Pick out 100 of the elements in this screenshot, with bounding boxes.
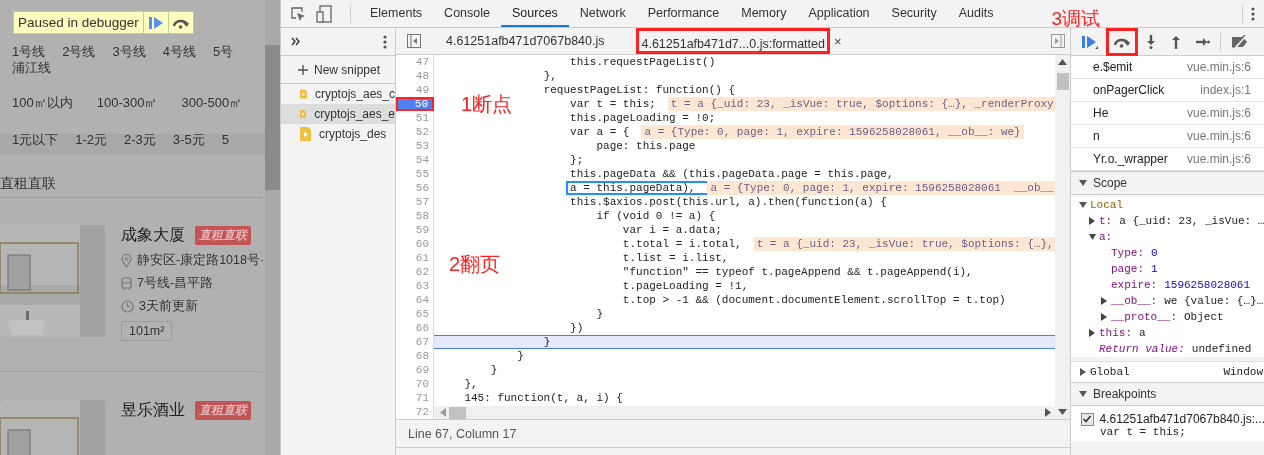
scope-entry[interactable]: page: 1 (1071, 261, 1264, 277)
code-line: }, (464, 377, 478, 391)
devtools-tab[interactable]: Network (568, 0, 637, 27)
scope-entry[interactable]: this: a (1071, 325, 1264, 341)
filter-option[interactable]: 2-3元 (124, 132, 156, 148)
more-menu-icon[interactable] (1251, 6, 1255, 21)
filter-option[interactable]: 4号线 (162, 44, 196, 60)
filter-option[interactable]: 浦江线 (12, 60, 51, 76)
scope-entry[interactable]: Return value: undefined (1071, 341, 1264, 357)
code-line: var a = { (570, 125, 630, 139)
inspect-icon[interactable] (290, 5, 306, 22)
devtools-tab[interactable]: Console (433, 0, 501, 27)
call-frame[interactable]: He vue.min.js:6 (1071, 102, 1264, 125)
filter-option[interactable]: 1号线 (12, 44, 46, 60)
train-icon (121, 276, 132, 291)
paused-label: Paused in debugger (17, 14, 140, 32)
resume-icon[interactable] (1082, 34, 1098, 49)
call-frame[interactable]: onPagerClick index.js:1 (1071, 79, 1264, 102)
code-line: this.pageLoading = !0; (570, 111, 716, 125)
code-line: t.pageLoading = !1, (622, 279, 749, 293)
step-out-icon[interactable] (1171, 34, 1181, 49)
line-number: 67 (396, 335, 434, 349)
filter-option[interactable]: 1-2元 (75, 132, 108, 148)
devtools-tab[interactable]: Security (880, 0, 948, 27)
toggle-navigator-icon[interactable] (407, 34, 421, 48)
scrollbar[interactable] (265, 0, 280, 455)
scope-header[interactable]: Scope (1071, 171, 1264, 195)
devtools-tab[interactable]: Performance (636, 0, 731, 27)
scope-entry[interactable]: __proto__: Object (1071, 309, 1264, 325)
chevron-icon[interactable] (291, 37, 301, 46)
more-menu-icon[interactable] (383, 34, 387, 49)
file-icon (300, 127, 311, 141)
inline-value: t = a {_uid: 23, _isVue: true, $options: {…}, _renderProxy (667, 97, 1055, 111)
devtools-tab[interactable]: Memory (730, 0, 798, 27)
code-line: } (596, 307, 604, 321)
devtools-tab[interactable]: Audits (947, 0, 1005, 27)
new-snippet-link[interactable]: New snippet (314, 62, 381, 77)
devtools-tab[interactable]: Application (797, 0, 881, 27)
code-line: page: this.page (596, 139, 696, 153)
toggle-debugger-icon[interactable] (1051, 34, 1065, 48)
metro-line: 7号线-昌平路 (137, 275, 214, 292)
filter-option[interactable]: 100㎡以内 (12, 95, 73, 111)
close-tab-button[interactable]: × (833, 33, 842, 49)
scrollbar[interactable] (434, 406, 1055, 419)
step-into-icon[interactable] (1146, 34, 1156, 49)
filter-option[interactable]: 5 (221, 132, 229, 148)
step-icon[interactable] (1196, 36, 1210, 47)
code-line: this.$axios.post(this.url, a).then(function(a) { (570, 195, 887, 209)
file-tab[interactable]: 4.61251afb471d7...0.js:formatted (636, 28, 830, 54)
scroll-thumb[interactable] (1056, 73, 1069, 90)
deactivate-breakpoints-icon[interactable] (1231, 34, 1249, 49)
filter-option[interactable]: 2号线 (62, 44, 96, 60)
triangle-icon[interactable] (1079, 390, 1087, 398)
call-frame[interactable]: e.$emit vue.min.js:6 (1071, 56, 1264, 79)
filter-option[interactable]: 1元以下 (12, 132, 59, 148)
scope-entry[interactable]: __ob__: we {value: {…}… (1071, 293, 1264, 309)
scope-entry[interactable]: t: a {_uid: 23, _isVue: … (1071, 213, 1264, 229)
filter-option[interactable]: 5号 (212, 44, 234, 60)
breakpoint-location[interactable]: 4.61251afb471d7067b840.js:... (1099, 412, 1264, 426)
scroll-right-icon[interactable] (1045, 408, 1051, 417)
filter-option[interactable]: 3-5元 (172, 132, 205, 148)
code-line: if (void 0 != a) { (596, 209, 716, 223)
snippet-file[interactable]: cryptojs_aes_c (281, 84, 395, 104)
call-frame[interactable]: Yr.o._wrapper vue.min.js:6 (1071, 148, 1264, 171)
snippet-file[interactable]: cryptojs_des (281, 124, 395, 144)
scope-entry[interactable]: a: (1071, 229, 1264, 245)
triangle-icon[interactable] (1079, 179, 1087, 187)
scope-entry[interactable]: Type: 0 (1071, 245, 1264, 261)
scroll-thumb[interactable] (449, 406, 466, 419)
filter-option[interactable]: 300-500㎡ (181, 95, 243, 111)
scroll-up-icon[interactable] (1058, 59, 1067, 65)
code-line: }) (570, 321, 584, 335)
triangle-icon[interactable] (1079, 368, 1087, 376)
scope-section[interactable]: Global Window (1071, 361, 1264, 382)
listing-title[interactable]: 成象大厦 (121, 225, 185, 246)
snippet-file[interactable]: cryptojs_aes_e (281, 104, 395, 124)
file-tab[interactable]: 4.61251afb471d7067b840.js (431, 28, 621, 54)
devtools-tab[interactable]: Elements (359, 0, 434, 27)
scope-section[interactable]: Local (1071, 197, 1264, 213)
call-frame[interactable]: n vue.min.js:6 (1071, 125, 1264, 148)
area-tag: 101m² (121, 321, 173, 341)
breakpoints-header[interactable]: Breakpoints (1071, 382, 1264, 406)
listing-tag: 直租直联 (195, 401, 251, 420)
filter-option[interactable]: 100-300㎡ (96, 95, 158, 111)
plus-icon[interactable] (298, 64, 308, 75)
section-title[interactable]: 直租直联 (0, 175, 56, 193)
breakpoint-marker[interactable]: 50 (396, 97, 434, 111)
devtools-tab[interactable]: Sources (501, 0, 569, 27)
scrollbar[interactable] (1055, 55, 1070, 419)
code-line: a = this.pageData), (570, 181, 696, 195)
scroll-down-icon[interactable] (1058, 409, 1067, 415)
device-icon[interactable] (316, 4, 332, 23)
resume-icon[interactable] (148, 16, 163, 29)
listing-title[interactable]: 昱乐酒业 (121, 400, 185, 421)
filter-option[interactable]: 3号线 (112, 44, 146, 60)
code-line: t.list = i.list, (622, 251, 729, 265)
breakpoint-checkbox[interactable] (1081, 412, 1094, 426)
code-line: requestPageList: function() { (543, 83, 736, 97)
code-line: }, (543, 69, 557, 83)
scope-entry[interactable]: expire: 1596258028061 (1071, 277, 1264, 293)
